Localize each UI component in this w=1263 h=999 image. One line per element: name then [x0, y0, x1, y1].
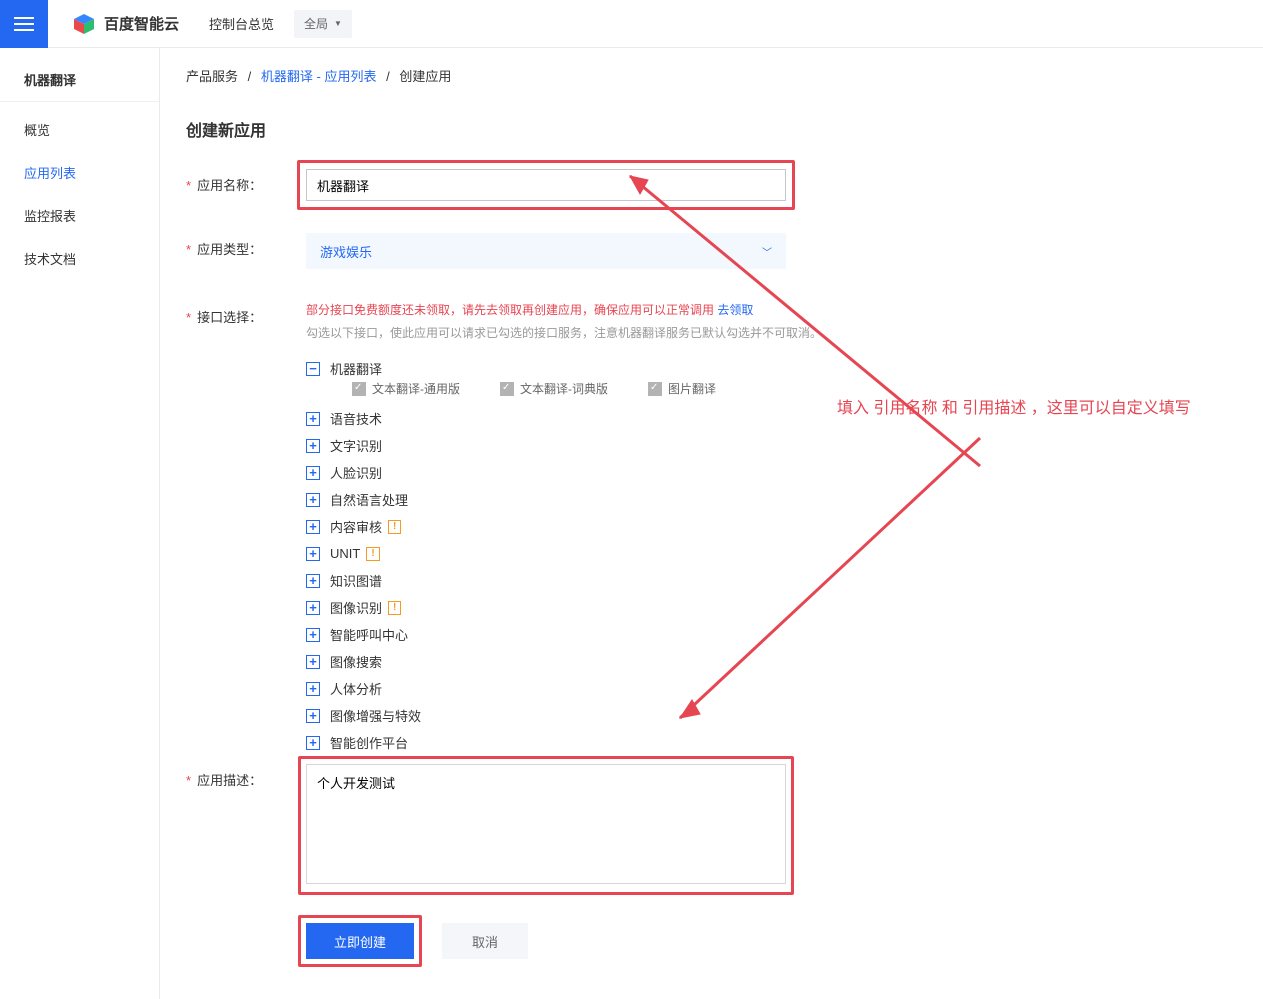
hamburger-icon [14, 17, 34, 31]
tree-node-mt: 机器翻译 [330, 359, 382, 378]
sidebar-item-overview[interactable]: 概览 [0, 108, 159, 151]
tree-node[interactable]: +语音技术 [306, 405, 946, 432]
sidebar-title: 机器翻译 [0, 56, 159, 101]
info-badge: ! [388, 520, 401, 534]
interface-help: 勾选以下接口，使此应用可以请求已勾选的接口服务，注意机器翻译服务已默认勾选并不可… [306, 324, 946, 341]
scope-dropdown[interactable]: 全局 ▼ [294, 10, 352, 38]
crumb-products: 产品服务 [186, 69, 238, 84]
tree-node[interactable]: +智能呼叫中心 [306, 621, 946, 648]
chevron-down-icon: ﹀ [762, 244, 772, 259]
expand-icon[interactable]: + [306, 709, 320, 723]
label-app-desc: *应用描述： [186, 764, 306, 789]
collapse-icon[interactable]: − [306, 362, 320, 376]
check-text-dict: 文本翻译-词典版 [500, 380, 608, 397]
submit-button[interactable]: 立即创建 [306, 923, 414, 959]
expand-icon[interactable]: + [306, 655, 320, 669]
sidebar-item-apps[interactable]: 应用列表 [0, 151, 159, 194]
expand-icon[interactable]: + [306, 601, 320, 615]
breadcrumb: 产品服务 / 机器翻译 - 应用列表 / 创建应用 [160, 48, 1263, 97]
expand-icon[interactable]: + [306, 682, 320, 696]
app-desc-input[interactable] [306, 764, 786, 884]
app-type-select[interactable]: 游戏娱乐 ﹀ [306, 233, 786, 269]
chevron-down-icon: ▼ [334, 19, 342, 28]
tree-node[interactable]: +图像搜索 [306, 648, 946, 675]
tree-node[interactable]: +UNIT! [306, 540, 946, 567]
app-type-value: 游戏娱乐 [320, 242, 372, 261]
checkbox-checked-disabled-icon [648, 382, 662, 396]
menu-toggle[interactable] [0, 0, 48, 48]
highlight-app-name [297, 160, 795, 210]
app-name-input[interactable] [306, 169, 786, 201]
expand-icon[interactable]: + [306, 547, 320, 561]
scope-value: 全局 [304, 15, 328, 32]
label-interfaces: *接口选择： [186, 301, 306, 326]
interface-warning: 部分接口免费额度还未领取，请先去领取再创建应用，确保应用可以正常调用 去领取 [306, 301, 946, 318]
expand-icon[interactable]: + [306, 412, 320, 426]
cancel-button[interactable]: 取消 [442, 923, 528, 959]
label-app-name: *应用名称： [186, 169, 306, 194]
expand-icon[interactable]: + [306, 466, 320, 480]
tree-node[interactable]: +内容审核! [306, 513, 946, 540]
claim-quota-link[interactable]: 去领取 [717, 303, 753, 317]
crumb-app-list[interactable]: 机器翻译 - 应用列表 [261, 69, 377, 84]
console-overview-link[interactable]: 控制台总览 [209, 14, 274, 33]
expand-icon[interactable]: + [306, 628, 320, 642]
info-badge: ! [388, 601, 401, 615]
logo-icon [72, 12, 96, 36]
highlight-submit: 立即创建 [298, 915, 422, 967]
brand-name: 百度智能云 [104, 13, 179, 34]
expand-icon[interactable]: + [306, 736, 320, 750]
info-badge: ! [366, 547, 379, 561]
expand-icon[interactable]: + [306, 574, 320, 588]
tree-node[interactable]: +智能创作平台 [306, 729, 946, 756]
sidebar-item-docs[interactable]: 技术文档 [0, 237, 159, 280]
highlight-app-desc [298, 756, 794, 895]
sidebar-item-reports[interactable]: 监控报表 [0, 194, 159, 237]
expand-icon[interactable]: + [306, 493, 320, 507]
label-app-type: *应用类型： [186, 233, 306, 258]
tree-node[interactable]: +知识图谱 [306, 567, 946, 594]
tree-node[interactable]: +图像增强与特效 [306, 702, 946, 729]
tree-node[interactable]: +文字识别 [306, 432, 946, 459]
tree-node[interactable]: +自然语言处理 [306, 486, 946, 513]
expand-icon[interactable]: + [306, 439, 320, 453]
tree-node[interactable]: +图像识别! [306, 594, 946, 621]
tree-node[interactable]: +人脸识别 [306, 459, 946, 486]
check-text-general: 文本翻译-通用版 [352, 380, 460, 397]
checkbox-checked-disabled-icon [500, 382, 514, 396]
checkbox-checked-disabled-icon [352, 382, 366, 396]
brand-logo[interactable]: 百度智能云 [72, 12, 179, 36]
check-image-translate: 图片翻译 [648, 380, 716, 397]
tree-node[interactable]: +人体分析 [306, 675, 946, 702]
expand-icon[interactable]: + [306, 520, 320, 534]
crumb-current: 创建应用 [399, 69, 451, 84]
